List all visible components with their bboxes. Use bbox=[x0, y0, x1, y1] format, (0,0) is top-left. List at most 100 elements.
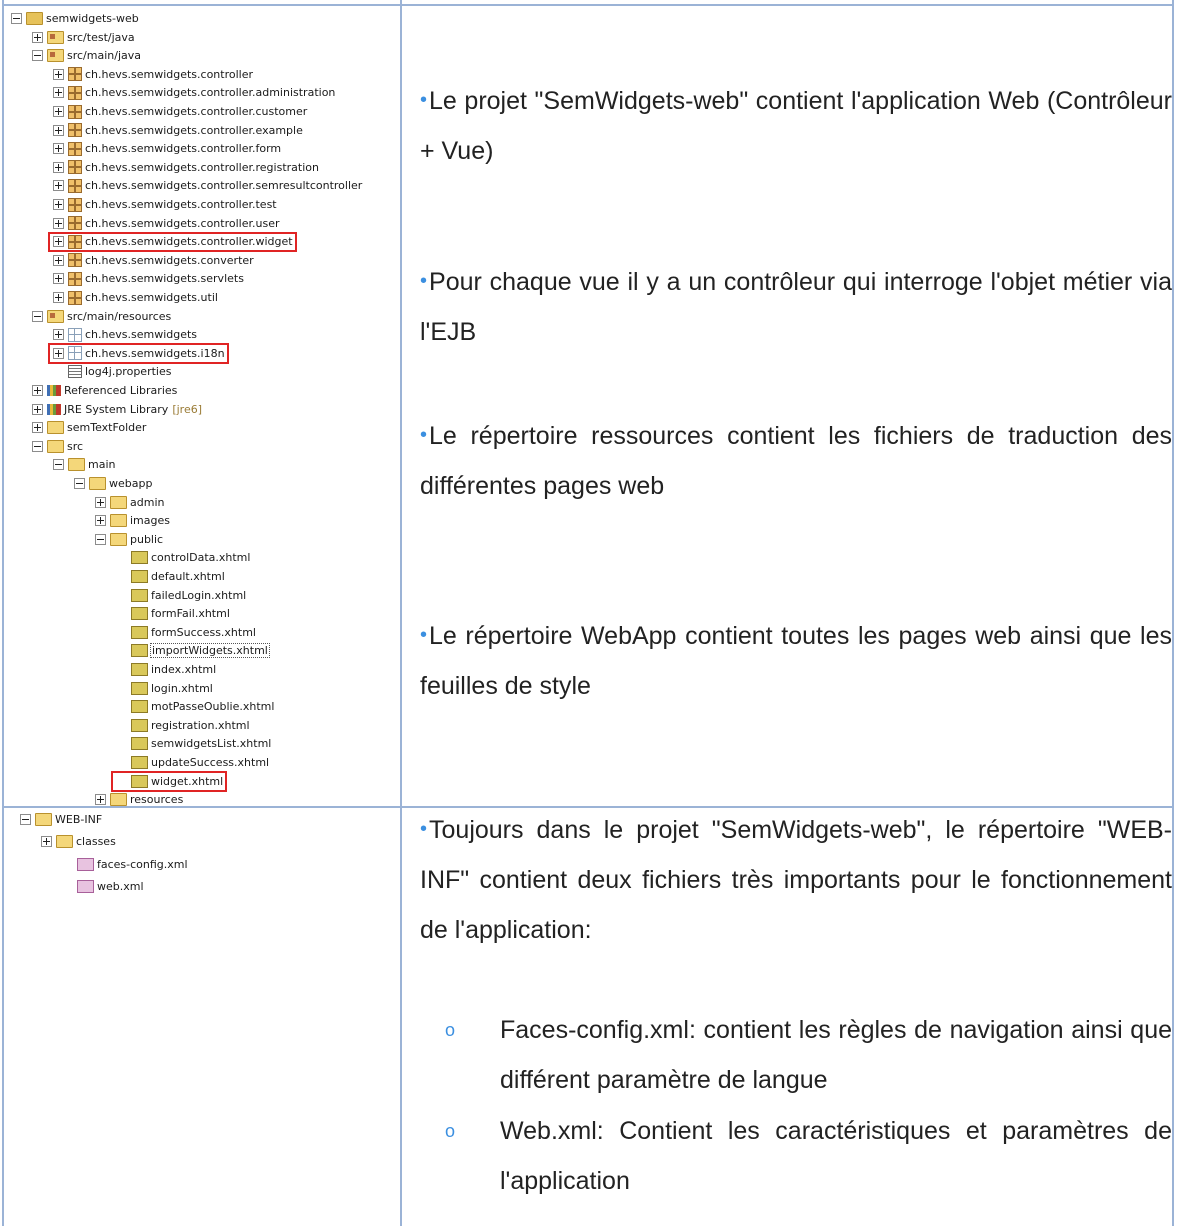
tree-node[interactable]: formFail.xhtml bbox=[116, 605, 230, 623]
xml-file-icon bbox=[77, 857, 94, 871]
tree-node-label: ch.hevs.semwidgets.controller.semresultc… bbox=[85, 179, 363, 193]
expand-icon[interactable] bbox=[53, 87, 64, 99]
tree-node[interactable]: src/test/java bbox=[32, 28, 135, 46]
tree-node[interactable]: ch.hevs.semwidgets.controller.customer bbox=[53, 103, 307, 121]
collapse-icon[interactable] bbox=[32, 440, 43, 452]
tree-node[interactable]: admin bbox=[95, 493, 164, 511]
paragraph-web-inf: •Toujours dans le projet "SemWidgets-web… bbox=[420, 804, 1172, 955]
tree-node[interactable]: failedLogin.xhtml bbox=[116, 586, 246, 604]
tree-node[interactable]: motPasseOublie.xhtml bbox=[116, 698, 274, 716]
tree-node[interactable]: ch.hevs.semwidgets.util bbox=[53, 289, 218, 307]
tree-node[interactable]: default.xhtml bbox=[116, 568, 225, 586]
tree-node[interactable]: controlData.xhtml bbox=[116, 549, 250, 567]
folder-icon bbox=[35, 812, 52, 826]
expand-icon[interactable] bbox=[53, 124, 64, 136]
tree-node[interactable]: ch.hevs.semwidgets.controller.semresultc… bbox=[53, 177, 362, 195]
expand-icon[interactable] bbox=[95, 794, 106, 806]
tree-connector bbox=[116, 683, 127, 694]
expand-icon[interactable] bbox=[53, 329, 64, 341]
tree-connector bbox=[116, 664, 127, 675]
tree-node[interactable]: ch.hevs.semwidgets.controller.example bbox=[53, 121, 303, 139]
expand-icon[interactable] bbox=[53, 180, 64, 192]
collapse-icon[interactable] bbox=[95, 533, 106, 545]
tree-node[interactable]: main bbox=[53, 456, 115, 474]
tree-node[interactable]: semwidgetsList.xhtml bbox=[116, 735, 271, 753]
tree-node[interactable]: ch.hevs.semwidgets.controller.user bbox=[53, 214, 280, 232]
tree-node[interactable]: WEB-INF bbox=[20, 810, 102, 828]
tree-node[interactable]: public bbox=[95, 530, 163, 548]
tree-node[interactable]: classes bbox=[41, 833, 116, 851]
tree-node-label: importWidgets.xhtml bbox=[150, 643, 270, 659]
tree-node[interactable]: src/main/resources bbox=[32, 307, 171, 325]
tree-node[interactable]: registration.xhtml bbox=[116, 716, 250, 734]
collapse-icon[interactable] bbox=[20, 813, 31, 825]
tree-node[interactable]: index.xhtml bbox=[116, 661, 216, 679]
tree-connector bbox=[116, 552, 127, 563]
paragraph-webapp: •Le répertoire WebApp contient toutes le… bbox=[420, 610, 1172, 711]
tree-node[interactable]: images bbox=[95, 512, 170, 530]
tree-node[interactable]: formSuccess.xhtml bbox=[116, 623, 256, 641]
tree-node[interactable]: ch.hevs.semwidgets.servlets bbox=[53, 270, 244, 288]
expand-icon[interactable] bbox=[53, 254, 64, 266]
tree-node[interactable]: ch.hevs.semwidgets.controller.registrati… bbox=[53, 158, 319, 176]
tree-node-decoration: [jre6] bbox=[172, 402, 202, 416]
expand-icon[interactable] bbox=[41, 836, 52, 847]
package-icon bbox=[68, 123, 82, 138]
expand-icon[interactable] bbox=[32, 385, 43, 396]
expand-icon[interactable] bbox=[32, 422, 43, 434]
tree-node[interactable]: semwidgets-web bbox=[11, 10, 139, 28]
xhtml-file-icon bbox=[131, 737, 148, 751]
expand-icon[interactable] bbox=[53, 106, 64, 117]
tree-node[interactable]: Referenced Libraries bbox=[32, 382, 177, 400]
paragraph-text: Pour chaque vue il y a un contrôleur qui… bbox=[420, 268, 1172, 346]
collapse-icon[interactable] bbox=[32, 50, 43, 62]
collapse-icon[interactable] bbox=[53, 459, 64, 471]
tree-connector bbox=[116, 701, 127, 712]
tree-node-label: ch.hevs.semwidgets.controller.administra… bbox=[85, 86, 336, 100]
tree-node[interactable]: ch.hevs.semwidgets.converter bbox=[53, 251, 254, 269]
properties-file-icon bbox=[68, 365, 82, 379]
package-icon bbox=[68, 271, 82, 286]
expand-icon[interactable] bbox=[53, 68, 64, 80]
tree-node-label: ch.hevs.semwidgets.controller bbox=[85, 67, 254, 81]
tree-node[interactable]: webapp bbox=[74, 475, 152, 493]
xhtml-file-icon bbox=[131, 570, 148, 583]
expand-icon[interactable] bbox=[53, 292, 64, 303]
tree-node[interactable]: log4j.properties bbox=[53, 363, 171, 381]
tree-node[interactable]: ch.hevs.semwidgets.controller bbox=[53, 65, 253, 83]
expand-icon[interactable] bbox=[32, 403, 43, 415]
expand-icon[interactable] bbox=[95, 496, 106, 508]
tree-node[interactable]: login.xhtml bbox=[116, 679, 213, 697]
tree-node[interactable]: semTextFolder bbox=[32, 419, 146, 437]
folder-icon bbox=[110, 514, 127, 528]
tree-node[interactable]: importWidgets.xhtml bbox=[116, 642, 270, 660]
tree-node-label: ch.hevs.semwidgets.controller.example bbox=[85, 123, 303, 137]
tree-node[interactable]: updateSuccess.xhtml bbox=[116, 754, 269, 772]
tree-node[interactable]: ch.hevs.semwidgets.controller.form bbox=[53, 140, 281, 158]
tree-node-label: main bbox=[88, 458, 116, 472]
tree-node[interactable]: resources bbox=[95, 791, 183, 809]
tree-node[interactable]: web.xml bbox=[62, 878, 144, 896]
expand-icon[interactable] bbox=[53, 143, 64, 155]
xhtml-file-icon bbox=[131, 607, 148, 621]
tree-node[interactable]: src/main/java bbox=[32, 47, 141, 65]
expand-icon[interactable] bbox=[53, 273, 64, 285]
tree-node[interactable]: JRE System Library [jre6] bbox=[32, 400, 202, 418]
resource-package-icon bbox=[68, 327, 82, 342]
tree-node[interactable]: ch.hevs.semwidgets bbox=[53, 326, 197, 344]
expand-icon[interactable] bbox=[53, 217, 64, 229]
expand-icon[interactable] bbox=[95, 515, 106, 527]
tree-node[interactable]: ch.hevs.semwidgets.controller.test bbox=[53, 196, 277, 214]
highlight-box bbox=[48, 343, 229, 364]
tree-node[interactable]: ch.hevs.semwidgets.controller.administra… bbox=[53, 84, 335, 102]
folder-icon bbox=[56, 835, 73, 848]
expand-icon[interactable] bbox=[53, 199, 64, 210]
tree-node[interactable]: faces-config.xml bbox=[62, 855, 188, 873]
xhtml-file-icon bbox=[131, 625, 148, 639]
collapse-icon[interactable] bbox=[74, 478, 85, 489]
expand-icon[interactable] bbox=[53, 161, 64, 173]
tree-node[interactable]: src bbox=[32, 437, 83, 455]
collapse-icon[interactable] bbox=[32, 310, 43, 322]
collapse-icon[interactable] bbox=[11, 13, 22, 24]
expand-icon[interactable] bbox=[32, 31, 43, 43]
